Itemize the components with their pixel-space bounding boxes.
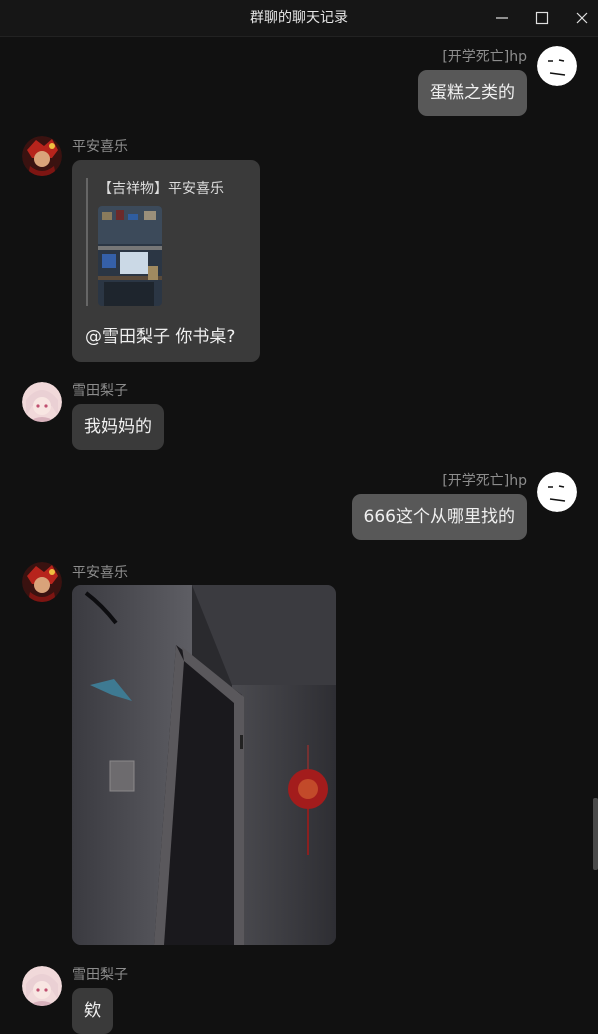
avatar[interactable] [22,136,62,176]
scrollbar-thumb[interactable] [593,798,598,870]
image-message[interactable] [72,585,336,945]
message-bubble[interactable]: 我妈妈的 [72,404,164,450]
face-meh-icon [537,472,577,512]
anime-avatar-icon [22,382,62,422]
desk-photo-icon [98,206,162,306]
maximize-button[interactable] [522,0,562,36]
message-row: 平安喜乐 【吉祥物】平安喜乐 @雪田梨子 你书桌? [0,136,598,366]
avatar[interactable] [22,966,62,1006]
message-text: @雪田梨子 你书桌? [85,327,236,347]
avatar[interactable] [22,562,62,602]
anime-avatar-icon [22,136,62,176]
quoted-message-bubble[interactable]: 【吉祥物】平安喜乐 @雪田梨子 你书桌? [72,160,260,362]
sender-name: 平安喜乐 [72,565,128,581]
anime-avatar-icon [22,562,62,602]
sender-name: [开学死亡]hp [442,49,527,65]
sender-name: 雪田梨子 [72,967,128,983]
message-bubble[interactable]: 蛋糕之类的 [418,70,527,116]
anime-avatar-icon [22,966,62,1006]
message-row: 雪田梨子 我妈妈的 [0,380,598,460]
message-bubble[interactable]: 欸 [72,988,113,1034]
close-button[interactable] [562,0,598,36]
message-row: 雪田梨子 欸 [0,964,598,1034]
title-bar: 群聊的聊天记录 [0,0,598,37]
minimize-button[interactable] [482,0,522,36]
sender-name: 雪田梨子 [72,383,128,399]
message-bubble[interactable]: 666这个从哪里找的 [351,494,527,540]
message-row: 平安喜乐 [0,562,598,948]
sender-name: [开学死亡]hp [442,473,527,489]
sender-name: 平安喜乐 [72,139,128,155]
maximize-icon [535,11,549,25]
room-photo-icon [72,585,336,945]
close-icon [576,12,588,24]
minimize-icon [496,17,508,19]
avatar[interactable] [22,382,62,422]
chat-history[interactable]: [开学死亡]hp 蛋糕之类的 平安喜乐 【吉祥物】平安喜乐 @雪田梨子 你书桌?… [0,36,598,1034]
quoted-sender: 【吉祥物】平安喜乐 [98,181,224,197]
message-row: [开学死亡]hp 蛋糕之类的 [0,36,598,126]
message-row: [开学死亡]hp 666这个从哪里找的 [0,460,598,550]
quote-bar [86,178,88,306]
avatar[interactable] [537,472,577,512]
quoted-image-thumbnail[interactable] [98,206,162,306]
face-meh-icon [537,46,577,86]
avatar[interactable] [537,46,577,86]
